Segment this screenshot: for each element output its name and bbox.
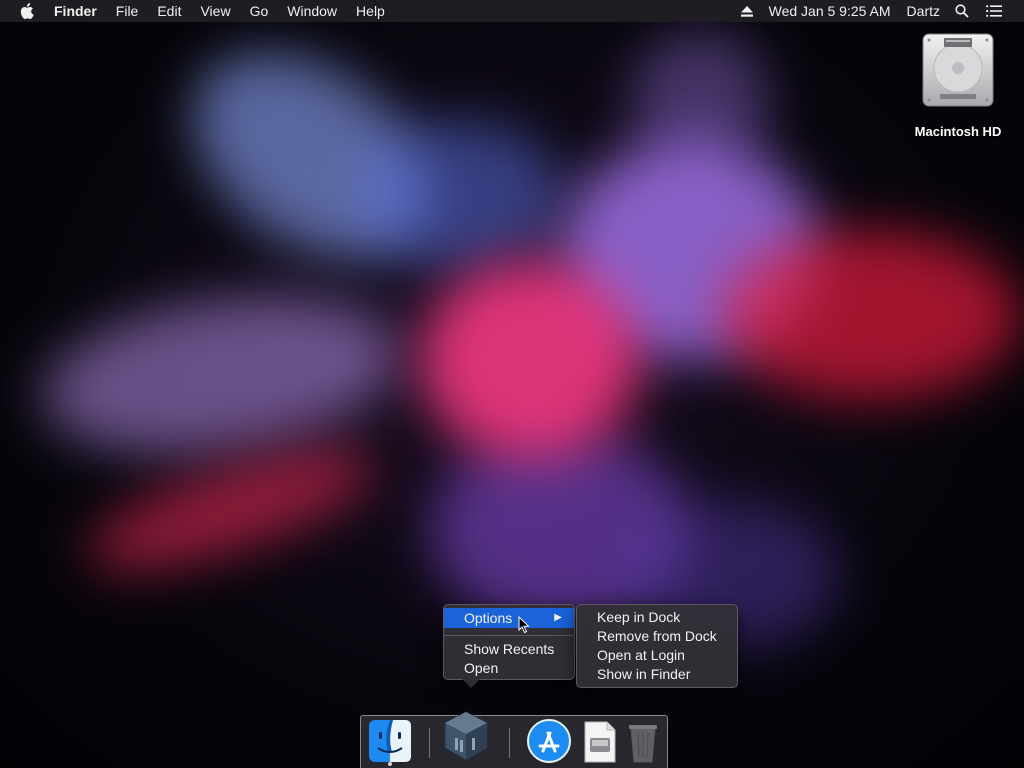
menu-bar-user[interactable]: Dartz [907,3,940,19]
context-menu-options-label: Options [464,610,513,626]
menu-view[interactable]: View [200,3,230,19]
dock-context-menu: Options ▶ Show Recents Open [443,604,575,688]
menu-bar-status-area: Wed Jan 5 9:25 AM Dartz [740,0,1024,22]
desktop-drive-item[interactable]: Macintosh HD [908,30,1008,139]
context-menu-options[interactable]: Options ▶ [444,608,574,628]
context-menu-show-recents[interactable]: Show Recents [444,639,574,659]
dock [360,711,668,768]
mouse-cursor-icon [518,615,530,634]
options-submenu: Keep in Dock Remove from Dock Open at Lo… [576,604,738,688]
menu-go[interactable]: Go [250,3,269,19]
dock-divider [509,728,510,758]
menu-bar-clock[interactable]: Wed Jan 5 9:25 AM [769,3,891,19]
menu-window[interactable]: Window [287,3,337,19]
eject-icon[interactable] [740,5,753,17]
search-icon[interactable] [954,3,970,19]
context-menu-pointer [462,679,480,688]
hard-drive-icon[interactable] [920,30,996,110]
virtualbox-icon[interactable] [441,710,491,762]
menu-edit[interactable]: Edit [157,3,181,19]
submenu-arrow-icon: ▶ [554,612,562,623]
context-menu-open[interactable]: Open [444,658,574,678]
submenu-open-at-login[interactable]: Open at Login [577,646,737,665]
submenu-show-in-finder[interactable]: Show in Finder [577,665,737,684]
finder-running-indicator [388,762,392,766]
dock-divider [429,728,430,758]
trash-icon[interactable] [623,718,663,764]
menu-bar: Finder File Edit View Go Window Help Wed… [0,0,1024,22]
document-icon[interactable] [579,718,619,764]
context-menu-separator [444,635,574,636]
drive-label: Macintosh HD [914,124,1002,139]
finder-icon[interactable] [367,718,413,764]
notification-center-icon[interactable] [986,3,1002,19]
app-store-icon[interactable] [526,718,572,764]
menu-help[interactable]: Help [356,3,385,19]
submenu-keep-in-dock[interactable]: Keep in Dock [577,608,737,627]
submenu-remove-from-dock[interactable]: Remove from Dock [577,627,737,646]
apple-icon[interactable] [20,2,36,20]
menu-app-name[interactable]: Finder [54,3,97,19]
menu-file[interactable]: File [116,3,139,19]
